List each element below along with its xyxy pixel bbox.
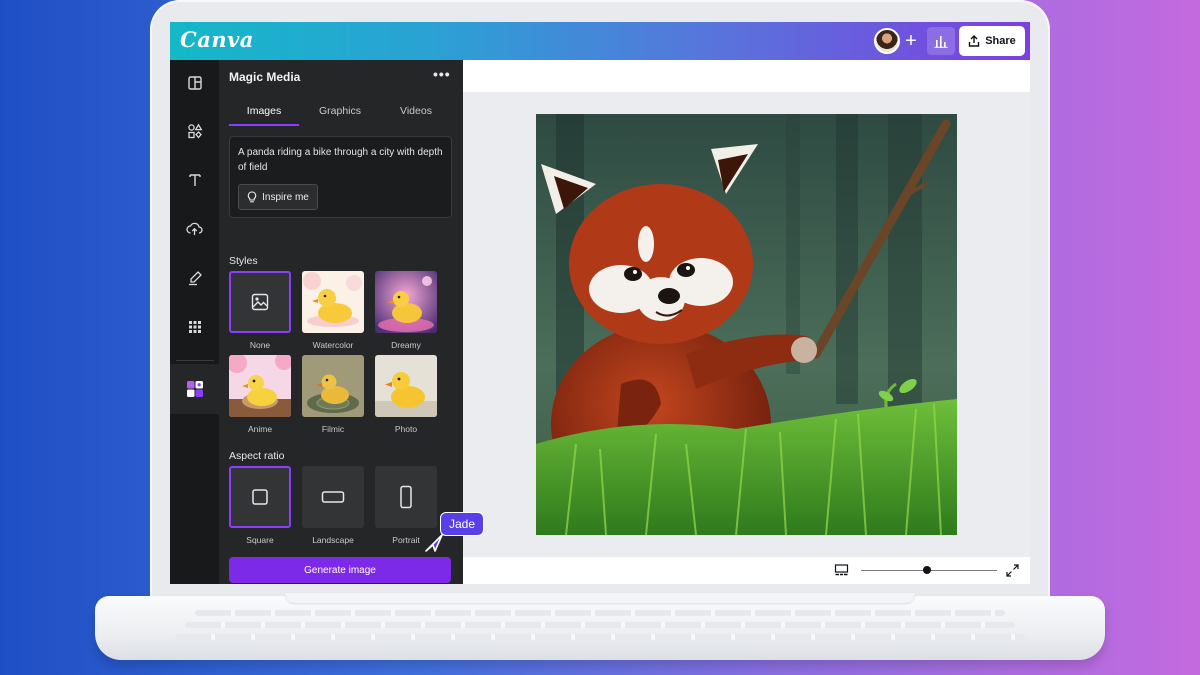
aspect-tile-portrait[interactable] xyxy=(375,466,437,528)
aspect-tile-square[interactable] xyxy=(229,466,291,528)
text-icon xyxy=(188,174,201,186)
share-label: Share xyxy=(985,35,1016,47)
style-label-none: None xyxy=(249,340,271,350)
user-avatar[interactable] xyxy=(874,28,900,54)
zoom-slider-handle[interactable] xyxy=(923,566,931,574)
square-ratio-icon xyxy=(252,489,268,505)
style-tile-none[interactable] xyxy=(229,271,291,333)
rail-item-design[interactable] xyxy=(170,60,219,106)
magic-media-panel: Magic Media ••• Images Graphics Videos A… xyxy=(219,60,463,584)
media-tabs: Images Graphics Videos xyxy=(229,102,453,126)
upload-share-icon xyxy=(969,35,980,47)
rail-item-text[interactable] xyxy=(170,157,219,203)
style-tile-watercolor[interactable] xyxy=(302,271,364,333)
style-tile-photo[interactable] xyxy=(375,355,437,417)
bar-chart-icon xyxy=(934,36,948,48)
add-collaborator-button[interactable]: + xyxy=(900,28,922,54)
top-bar: Canva + Share xyxy=(170,22,1030,60)
style-tile-filmic[interactable] xyxy=(302,355,364,417)
generate-image-button[interactable]: Generate image xyxy=(229,557,451,583)
watercolor-duck-thumbnail xyxy=(302,271,364,333)
landscape-ratio-icon xyxy=(321,491,345,503)
inspire-label: Inspire me xyxy=(262,191,309,203)
keyboard-row xyxy=(195,610,1005,616)
share-button[interactable]: Share xyxy=(959,26,1025,56)
style-label-photo: Photo xyxy=(394,424,418,434)
prompt-input[interactable]: A panda riding a bike through a city wit… xyxy=(229,136,452,218)
style-tile-anime[interactable] xyxy=(229,355,291,417)
tab-videos[interactable]: Videos xyxy=(381,102,451,126)
aspect-label-landscape: Landscape xyxy=(312,535,354,545)
aspect-label-square: Square xyxy=(246,535,274,545)
keyboard-row xyxy=(185,622,1015,628)
magic-media-icon xyxy=(186,381,203,397)
app-screen: Canva + Share Magic Media ••• Images Gra… xyxy=(170,22,1030,584)
draw-icon xyxy=(188,271,202,286)
laptop-base xyxy=(95,596,1105,660)
apps-icon xyxy=(188,321,201,333)
keyboard-row xyxy=(175,634,1025,640)
tab-graphics[interactable]: Graphics xyxy=(305,102,375,126)
styles-label: Styles xyxy=(229,255,258,267)
more-options-icon[interactable]: ••• xyxy=(433,66,451,82)
aspect-ratio-label: Aspect ratio xyxy=(229,450,285,462)
upload-icon xyxy=(186,222,203,235)
layout-icon xyxy=(187,76,202,90)
filmic-duck-thumbnail xyxy=(302,355,364,417)
style-tile-dreamy[interactable] xyxy=(375,271,437,333)
panel-title: Magic Media xyxy=(229,70,301,84)
rail-item-apps[interactable] xyxy=(170,304,219,350)
rail-item-magic-media[interactable] xyxy=(170,364,219,414)
rail-item-elements[interactable] xyxy=(170,108,219,154)
generated-red-panda-image[interactable] xyxy=(536,114,957,535)
insights-button[interactable] xyxy=(927,27,955,55)
prompt-text: A panda riding a bike through a city wit… xyxy=(238,147,443,173)
style-label-filmic: Filmic xyxy=(321,424,345,434)
fullscreen-icon[interactable] xyxy=(1006,564,1019,577)
portrait-ratio-icon xyxy=(400,485,412,509)
side-rail xyxy=(170,60,219,584)
collaborator-cursor-icon xyxy=(425,534,443,552)
rail-item-uploads[interactable] xyxy=(170,206,219,252)
style-label-dreamy: Dreamy xyxy=(391,340,421,350)
style-label-anime: Anime xyxy=(247,424,273,434)
pages-view-icon[interactable] xyxy=(834,563,849,578)
anime-duck-thumbnail xyxy=(229,355,291,417)
image-placeholder-icon xyxy=(251,293,269,311)
canvas-bottom-bar xyxy=(463,557,1030,584)
laptop-hinge xyxy=(285,593,915,603)
canvas-top-strip xyxy=(463,60,1030,92)
rail-divider xyxy=(176,360,214,361)
inspire-me-button[interactable]: Inspire me xyxy=(238,184,318,210)
style-label-watercolor: Watercolor xyxy=(312,340,354,350)
photo-duck-thumbnail xyxy=(375,355,437,417)
aspect-tile-landscape[interactable] xyxy=(302,466,364,528)
lightbulb-icon xyxy=(247,191,257,203)
design-canvas-area xyxy=(463,60,1030,584)
canva-logo[interactable]: Canva xyxy=(180,27,254,52)
elements-icon xyxy=(187,123,202,139)
collaborator-name-tag: Jade xyxy=(440,512,485,536)
tab-images[interactable]: Images xyxy=(229,102,299,126)
rail-item-draw[interactable] xyxy=(170,255,219,301)
dreamy-duck-thumbnail xyxy=(375,271,437,333)
